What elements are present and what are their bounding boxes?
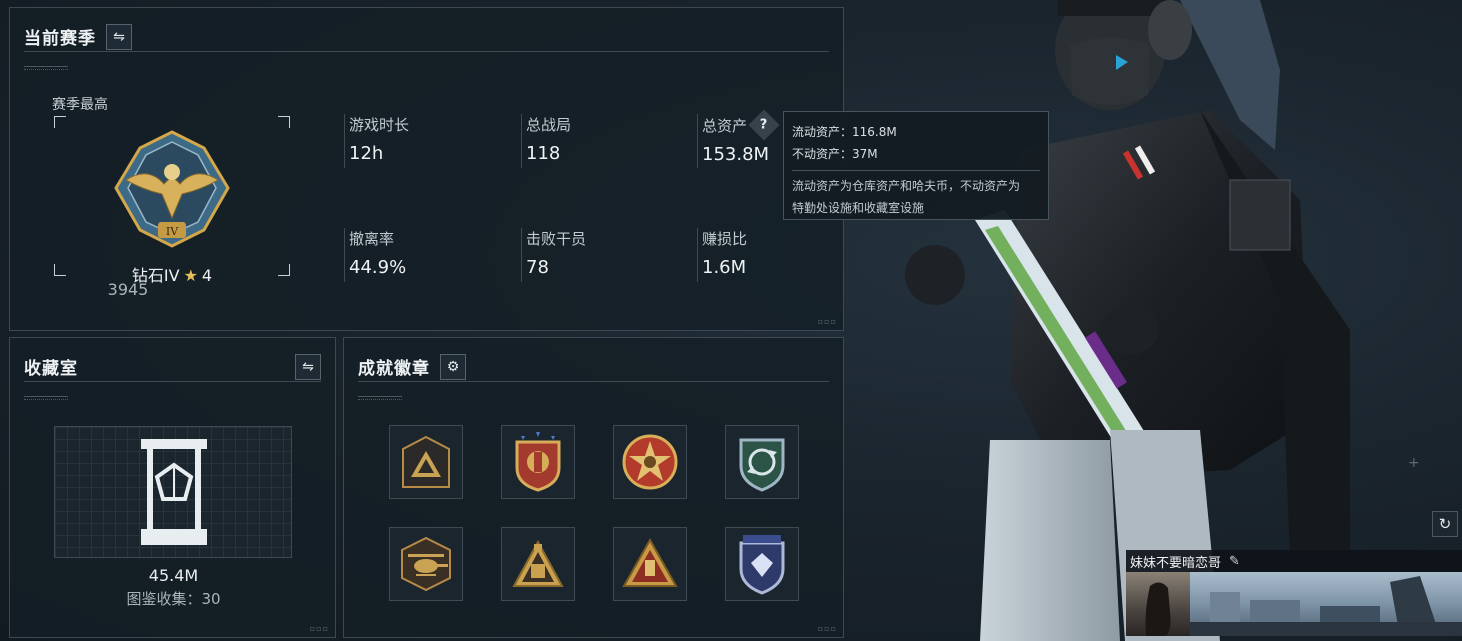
stat-total-matches: 总战局 118: [521, 114, 691, 168]
stat-label: 赚损比: [702, 230, 748, 248]
achievements-title: 成就徽章: [358, 359, 430, 379]
tooltip-liquid-assets: 流动资产：116.8M: [792, 125, 897, 139]
achievements-header: 成就徽章 ⚙: [358, 352, 829, 382]
season-best-label: 赛季最高: [52, 97, 108, 113]
badge-slot[interactable]: [725, 425, 799, 499]
tooltip-description-line2: 特勤处设施和收藏室设施: [792, 201, 925, 215]
corner-decoration: ▫▫▫: [817, 624, 837, 633]
collection-display[interactable]: [54, 426, 292, 558]
stat-label: 总战局: [526, 116, 572, 134]
player-card[interactable]: 妹妹不要暗恋哥 ✎: [1126, 550, 1462, 638]
shield-badge-icon: [515, 432, 561, 492]
cargo-triangle-badge-icon: [512, 539, 564, 587]
season-header: 当前赛季 ⇋: [24, 22, 829, 52]
swap-icon[interactable]: ⇋: [295, 353, 321, 380]
corner-decoration: ▫▫▫: [309, 624, 329, 633]
warning-triangle-badge-icon: [622, 537, 678, 587]
badge-slot[interactable]: [501, 425, 575, 499]
stat-operators-defeated: 击败干员 78: [521, 228, 691, 282]
decorative-line: [358, 396, 402, 400]
badge-slot[interactable]: [613, 527, 687, 601]
diamond-shield-badge-icon: [739, 535, 785, 595]
operator-character-image: [880, 0, 1440, 641]
badge-slot[interactable]: [501, 527, 575, 601]
stat-extraction-rate: 撤离率 44.9%: [344, 228, 514, 282]
stat-label: 总资产: [702, 116, 748, 135]
avatar[interactable]: [1126, 572, 1190, 636]
collection-title: 收藏室: [24, 359, 78, 379]
season-title: 当前赛季: [24, 29, 96, 49]
badge-slot[interactable]: [613, 425, 687, 499]
stat-label: 撤离率: [349, 230, 395, 248]
stat-value: 12h: [349, 143, 384, 164]
swap-icon[interactable]: ⇋: [106, 23, 132, 50]
achievement-badges-panel: 成就徽章 ⚙ ▫▫▫: [343, 337, 844, 638]
stat-value: 1.6M: [702, 257, 747, 278]
decorative-line: [24, 66, 68, 70]
assets-tooltip: 流动资产：116.8M 不动资产：37M 流动资产为仓库资产和哈夫币，不动资产为…: [783, 111, 1049, 220]
refresh-icon[interactable]: ↻: [1432, 511, 1458, 537]
stat-value: 44.9%: [349, 257, 407, 278]
stat-value: 78: [526, 257, 549, 278]
stat-profit-loss-ratio: 赚损比 1.6M: [697, 228, 827, 282]
stat-total-assets: 总资产? 153.8M: [697, 109, 787, 168]
collection-room-panel[interactable]: 收藏室 ⇋ 45.4M 图鉴收集：30 ▫▫▫: [9, 337, 336, 638]
svg-text:IV: IV: [166, 225, 179, 238]
collection-header: 收藏室 ⇋: [24, 352, 321, 382]
diamond-rank-emblem-icon: IV: [114, 130, 230, 248]
helicopter-badge-icon: [401, 536, 451, 592]
gear-icon[interactable]: ⚙: [440, 353, 466, 380]
collection-count: 图鉴收集：30: [126, 590, 221, 608]
current-season-panel: 当前赛季 ⇋ 赛季最高 IV 钻石IV ★ 4 3945 游戏时长 12h 总战局 …: [9, 7, 844, 331]
mountain-badge-icon: [402, 435, 450, 488]
collection-value: 45.4M: [148, 566, 199, 585]
badge-slot[interactable]: [389, 425, 463, 499]
decorative-line: [24, 396, 68, 400]
corner-decoration: ▫▫▫: [817, 317, 837, 326]
stat-play-time: 游戏时长 12h: [344, 114, 514, 168]
player-name: 妹妹不要暗恋哥: [1130, 555, 1222, 571]
player-banner-image[interactable]: [1190, 572, 1462, 636]
vault-icon: [141, 439, 207, 545]
stat-value: 118: [526, 143, 561, 164]
badge-slot[interactable]: [725, 527, 799, 601]
stat-value: 153.8M: [702, 144, 770, 165]
stat-label: 游戏时长: [349, 116, 410, 134]
star-emblem-badge-icon: [622, 434, 678, 490]
question-icon[interactable]: ?: [748, 109, 780, 141]
tooltip-fixed-assets: 不动资产：37M: [792, 147, 878, 161]
rank-score: 3945: [107, 280, 149, 299]
rank-frame: IV 钻石IV ★ 4: [54, 116, 290, 285]
tooltip-description-line1: 流动资产为仓库资产和哈夫币，不动资产为: [792, 179, 1021, 193]
badge-slot[interactable]: [389, 527, 463, 601]
recycle-shield-badge-icon: [739, 438, 785, 492]
crosshair-marker: +: [1408, 455, 1420, 471]
stat-label: 击败干员: [526, 230, 587, 248]
edit-icon[interactable]: ✎: [1229, 554, 1240, 569]
